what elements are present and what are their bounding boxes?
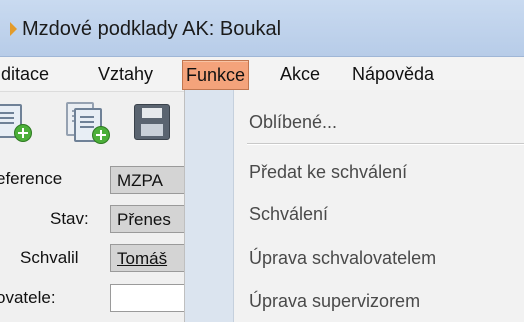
window-title: Mzdové podklady AK: Boukal <box>22 18 282 40</box>
menu-item-oblibene[interactable]: Oblíbené... <box>249 112 337 133</box>
menu-bar: ditace Vztahy Funkce Akce Nápověda <box>0 57 524 92</box>
menu-icon-gutter <box>185 90 234 322</box>
menu-akce[interactable]: Akce <box>277 60 323 88</box>
schvalovatele-field[interactable] <box>110 284 190 312</box>
title-bar: Mzdové podklady AK: Boukal <box>0 0 524 57</box>
plus-icon <box>14 124 32 142</box>
menu-item-uprava-supervizorem[interactable]: Úprava supervizorem <box>249 291 420 312</box>
menu-editace[interactable]: ditace <box>0 60 52 88</box>
schvalil-field[interactable]: Tomáš <box>110 244 190 272</box>
menu-vztahy[interactable]: Vztahy <box>95 60 156 88</box>
stav-field[interactable]: Přenes <box>110 205 190 233</box>
menu-item-schvaleni[interactable]: Schválení <box>249 204 328 225</box>
save-icon <box>134 104 170 140</box>
stav-label: Stav: <box>50 209 89 228</box>
funkce-dropdown-menu: Oblíbené... Předat ke schválení Schválen… <box>184 90 524 322</box>
menu-napoveda[interactable]: Nápověda <box>349 60 437 88</box>
menu-funkce[interactable]: Funkce <box>182 60 250 90</box>
schvalovatele-label: ovatele: <box>0 288 56 307</box>
menu-separator <box>247 143 524 145</box>
new-copy-button[interactable] <box>66 102 110 144</box>
reference-label: eference <box>0 169 63 188</box>
schvalil-label: Schvalil <box>20 248 79 267</box>
menu-item-predat-ke-schvaleni[interactable]: Předat ke schválení <box>249 162 407 183</box>
reference-field[interactable]: MZPA <box>110 166 190 194</box>
plus-icon <box>92 126 110 144</box>
save-button[interactable] <box>132 102 174 144</box>
form-panel: eference MZPA Stav: Přenes Schvalil Tomá… <box>0 152 190 322</box>
app-icon <box>10 22 17 36</box>
menu-item-uprava-schvalovatelem[interactable]: Úprava schvalovatelem <box>249 248 436 269</box>
new-document-button[interactable] <box>0 102 36 144</box>
